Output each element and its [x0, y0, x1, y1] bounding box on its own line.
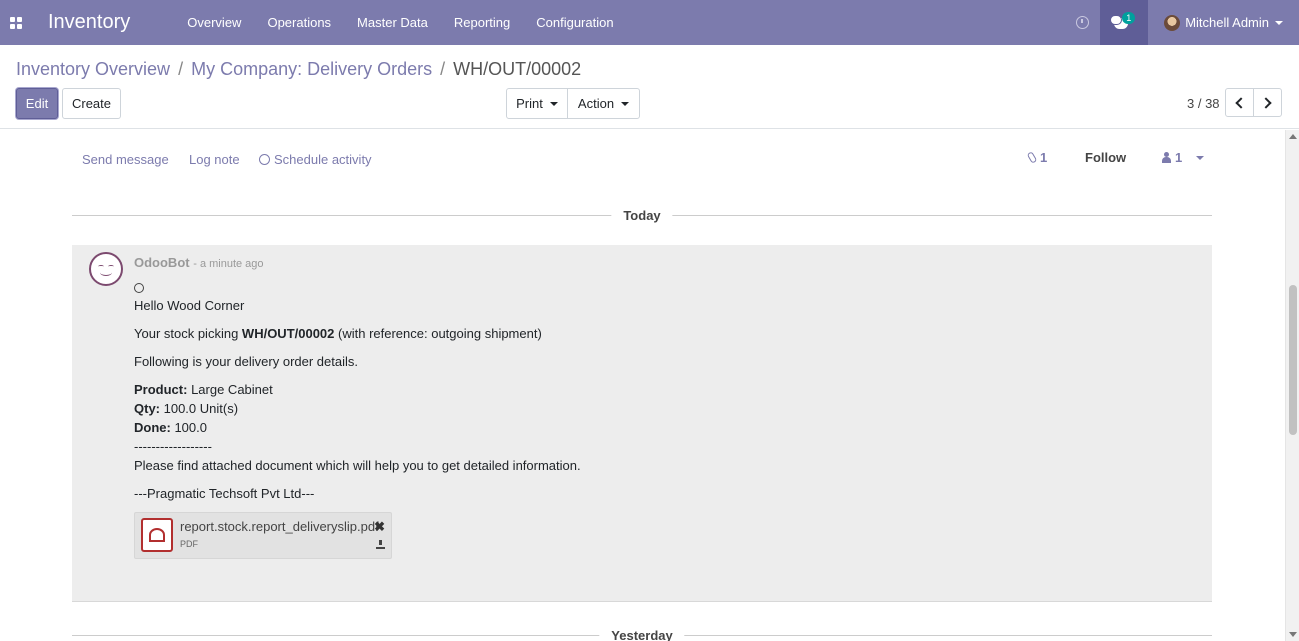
caret-down-icon [549, 102, 558, 106]
done-value: 100.0 [170, 420, 207, 435]
breadcrumb-inventory-overview[interactable]: Inventory Overview [16, 59, 170, 80]
message-qty-line: Qty: 100.0 Unit(s) [134, 399, 1194, 418]
menu-operations[interactable]: Operations [254, 0, 344, 45]
caret-down-icon [1196, 155, 1205, 160]
apps-menu-icon[interactable] [0, 0, 32, 45]
qty-label: Qty: [134, 401, 160, 416]
chatter-area: Send message Log note Schedule activity … [0, 130, 1299, 641]
schedule-activity-label: Schedule activity [274, 152, 372, 167]
log-note-button[interactable]: Log note [189, 152, 240, 167]
chevron-right-icon [1260, 96, 1272, 109]
breadcrumb-delivery-orders[interactable]: My Company: Delivery Orders [191, 59, 432, 80]
main-menu: Overview Operations Master Data Reportin… [173, 0, 626, 45]
menu-configuration[interactable]: Configuration [523, 0, 626, 45]
followers-count: 1 [1175, 150, 1183, 165]
followers-button[interactable]: 1 [1162, 150, 1205, 165]
pager-previous-button[interactable] [1225, 88, 1254, 117]
action-dropdown[interactable]: Action [567, 88, 640, 119]
clock-icon [259, 154, 270, 165]
message-author[interactable]: OdooBot [134, 255, 190, 270]
message-attached-note: Please find attached document which will… [134, 458, 581, 473]
action-label: Action [577, 96, 615, 111]
menu-reporting[interactable]: Reporting [441, 0, 523, 45]
user-avatar [1164, 14, 1181, 31]
date-label: Yesterday [599, 628, 685, 641]
top-navbar: Inventory Overview Operations Master Dat… [0, 0, 1299, 45]
caret-down-icon [1275, 20, 1283, 25]
product-value: Large Cabinet [187, 382, 273, 397]
product-label: Product: [134, 382, 188, 397]
pdf-file-icon [141, 518, 173, 552]
control-panel: Inventory Overview / My Company: Deliver… [0, 45, 1299, 129]
messaging-badge: 1 [1122, 12, 1136, 24]
remove-attachment-icon[interactable]: ✖ [374, 519, 385, 535]
message-done-line: Done: 100.0 [134, 418, 1194, 437]
menu-overview[interactable]: Overview [173, 0, 254, 45]
picking-suffix: (with reference: outgoing shipment) [334, 326, 542, 341]
odoobot-avatar[interactable] [89, 252, 123, 286]
user-menu[interactable]: Mitchell Admin [1148, 0, 1299, 45]
follow-button[interactable]: Follow [1085, 150, 1126, 165]
date-separator-today: Today [72, 208, 1212, 223]
attachment-name[interactable]: report.stock.report_deliveryslip.pdf [180, 519, 380, 534]
user-name: Mitchell Admin [1185, 15, 1269, 30]
activity-clock-icon[interactable] [1073, 0, 1091, 45]
caret-down-icon [621, 102, 630, 106]
breadcrumb-current-record: WH/OUT/00002 [453, 59, 582, 79]
message-body: OdooBot - a minute ago Hello Wood Corner… [134, 253, 1194, 503]
qty-value: 100.0 Unit(s) [160, 401, 239, 416]
scroll-up-icon[interactable] [1289, 134, 1297, 139]
date-label: Today [611, 208, 673, 223]
menu-master-data[interactable]: Master Data [344, 0, 441, 45]
attachments-count: 1 [1040, 150, 1048, 165]
user-icon [1162, 152, 1171, 163]
picking-prefix: Your stock picking [134, 326, 242, 341]
done-label: Done: [134, 420, 171, 435]
message-time: - a minute ago [193, 258, 264, 270]
scrollbar-thumb[interactable] [1289, 285, 1297, 435]
create-button[interactable]: Create [62, 88, 121, 119]
messaging-button[interactable]: 1 [1100, 0, 1149, 45]
scrollbar[interactable] [1285, 130, 1299, 641]
message-picking-line: Your stock picking WH/OUT/00002 (with re… [134, 324, 1194, 343]
whatsapp-icon [134, 283, 144, 293]
send-message-button[interactable]: Send message [82, 152, 169, 167]
message-signature: ---Pragmatic Techsoft Pvt Ltd--- [134, 486, 315, 501]
edit-button[interactable]: Edit [16, 88, 58, 119]
schedule-activity-button[interactable]: Schedule activity [259, 152, 372, 167]
attachment-extension: PDF [180, 539, 198, 549]
message-details-intro: Following is your delivery order details… [134, 354, 358, 369]
pager-value[interactable]: 3 / 38 [1187, 96, 1220, 111]
pager-next-button[interactable] [1253, 88, 1282, 117]
navbar-systray: 1 Mitchell Admin [1073, 0, 1299, 45]
app-title[interactable]: Inventory [48, 0, 130, 45]
scroll-down-icon[interactable] [1289, 632, 1297, 637]
picking-reference: WH/OUT/00002 [241, 326, 335, 341]
breadcrumb-separator: / [178, 59, 184, 79]
print-label: Print [516, 96, 543, 111]
breadcrumb-separator: / [440, 59, 446, 79]
print-dropdown[interactable]: Print [506, 88, 568, 119]
chevron-left-icon [1235, 96, 1247, 109]
message-greeting: Hello Wood Corner [134, 298, 245, 313]
breadcrumb: Inventory Overview / My Company: Deliver… [16, 59, 581, 80]
attachments-button[interactable]: 1 [1026, 150, 1048, 165]
date-separator-yesterday: Yesterday [72, 628, 1212, 641]
message-divider: ------------------ [134, 439, 212, 454]
message-product-line: Product: Large Cabinet [134, 380, 1194, 399]
paperclip-icon [1026, 151, 1038, 164]
attachment-card[interactable]: report.stock.report_deliveryslip.pdf PDF… [134, 512, 392, 559]
download-icon[interactable] [376, 540, 385, 549]
chatter-message: OdooBot - a minute ago Hello Wood Corner… [72, 245, 1212, 602]
